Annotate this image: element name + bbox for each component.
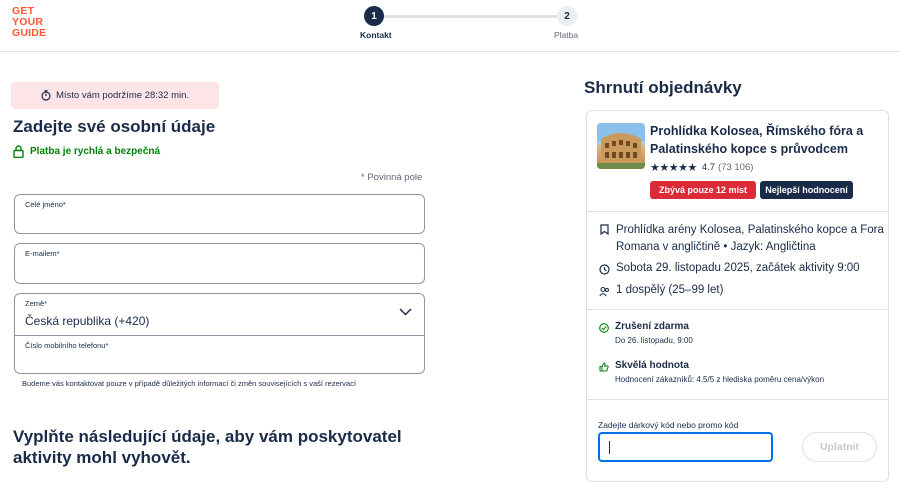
country-select[interactable]: Země* Česká republika (+420): [15, 294, 424, 336]
phone-input[interactable]: [25, 355, 405, 369]
participants-row: 1 dospělý (25–99 let): [599, 284, 723, 297]
participants-text: 1 dospělý (25–99 let): [616, 284, 724, 296]
promo-code-label: Zadejte dárkový kód nebo promo kód: [598, 420, 739, 430]
required-fields-note: * Povinná pole: [361, 172, 423, 183]
phone-group: Země* Česká republika (+420) Číslo mobil…: [14, 293, 425, 374]
free-cancellation-title: Zrušení zdarma: [615, 321, 689, 332]
order-summary-title: Shrnutí objednávky: [584, 78, 742, 97]
free-cancellation-subtitle: Do 26. listopadu, 9:00: [615, 336, 693, 345]
option-text: Prohlídka arény Kolosea, Palatinského ko…: [616, 224, 884, 253]
date-text: Sobota 29. listopadu 2025, začátek aktiv…: [616, 262, 860, 274]
date-row: Sobota 29. listopadu 2025, začátek aktiv…: [599, 262, 860, 275]
secure-text: Platba je rychlá a bezpečná: [30, 146, 161, 157]
option-row: Prohlídka arény Kolosea, Palatinského ko…: [599, 222, 884, 256]
getyourguide-logo[interactable]: GET YOUR GUIDE: [12, 6, 46, 39]
free-cancellation-row: Zrušení zdarma Do 26. listopadu, 9:00: [599, 321, 693, 345]
availability-badge: Zbývá pouze 12 míst: [650, 181, 756, 199]
step-2-label: Platba: [554, 30, 579, 40]
product-title[interactable]: Prohlídka Kolosea, Římského fóra a Palat…: [650, 122, 885, 158]
stopwatch-icon: [41, 90, 51, 101]
full-name-label: Celé jméno*: [25, 200, 66, 209]
header: GET YOUR GUIDE 1 2 Kontakt Platba: [0, 0, 900, 52]
phone-field[interactable]: Číslo mobilního telefonu*: [15, 336, 424, 373]
logo-line-3: GUIDE: [12, 27, 47, 39]
apply-promo-button[interactable]: Uplatnit: [802, 432, 877, 462]
text-caret: [609, 441, 610, 454]
secure-payment-note: Platba je rychlá a bezpečná: [13, 145, 160, 158]
step-2-indicator: 2: [557, 6, 577, 26]
phone-label: Číslo mobilního telefonu*: [25, 341, 109, 350]
divider: [587, 399, 888, 400]
provider-details-title: Vyplňte následující údaje, aby vám posky…: [13, 427, 402, 467]
review-count: (73 106): [718, 162, 754, 173]
people-icon: [599, 286, 609, 297]
colosseum-thumbnail: [597, 123, 645, 169]
chevron-down-icon[interactable]: [399, 308, 412, 316]
full-name-field[interactable]: Celé jméno*: [14, 194, 425, 234]
rating-value: 4.7: [701, 162, 716, 173]
step-1-label: Kontakt: [360, 30, 392, 40]
top-rated-badge: Nejlepší hodnocení: [760, 181, 853, 199]
clock-icon: [599, 264, 610, 275]
email-label: E-mailem*: [25, 249, 60, 258]
step-1-indicator: 1: [364, 6, 384, 26]
divider: [587, 211, 888, 212]
lock-icon: [13, 145, 24, 158]
country-value: Česká republika (+420): [25, 314, 150, 328]
great-value-row: Skvělá hodnota Hodnocení zákazníků: 4.5/…: [599, 360, 824, 384]
country-label: Země*: [25, 299, 48, 308]
email-input[interactable]: [25, 263, 405, 277]
great-value-subtitle: Hodnocení zákazníků: 4.5/5 z hlediska po…: [615, 375, 825, 384]
email-field[interactable]: E-mailem*: [14, 243, 425, 284]
rating-row: ★★★★★ 4.7 (73 106): [650, 161, 753, 174]
phone-note: Budeme vás kontaktovat pouze v případě d…: [22, 379, 356, 388]
reservation-timer: Místo vám podržíme 28:32 min.: [11, 82, 219, 109]
thumbs-up-icon: [599, 362, 609, 372]
order-summary-card: Prohlídka Kolosea, Římského fóra a Palat…: [586, 110, 889, 482]
promo-code-input[interactable]: [598, 432, 773, 462]
full-name-input[interactable]: [25, 213, 405, 227]
ticket-icon: [600, 224, 609, 235]
rating-stars: ★★★★★: [650, 162, 697, 174]
great-value-title: Skvělá hodnota: [615, 360, 689, 371]
divider: [587, 309, 888, 310]
check-circle-icon: [599, 323, 609, 333]
progress-line: [382, 15, 558, 18]
timer-text: Místo vám podržíme 28:32 min.: [55, 90, 190, 101]
personal-details-title: Zadejte své osobní údaje: [13, 117, 216, 136]
